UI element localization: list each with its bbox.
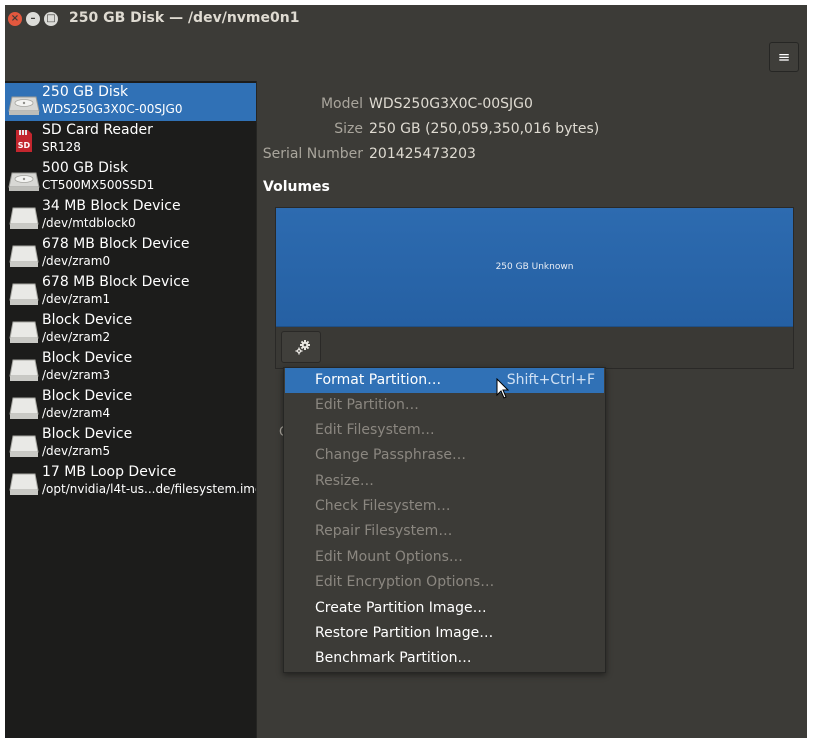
menu-item-label: Resize… bbox=[315, 473, 374, 489]
device-name: 678 MB Block Device bbox=[42, 274, 190, 290]
device-name: 500 GB Disk bbox=[42, 160, 129, 176]
partition-context-menu: Format Partition… Shift+Ctrl+F Edit Partit… bbox=[283, 367, 606, 673]
model-label: Model bbox=[320, 96, 363, 112]
serial-number-value: 201425473203 bbox=[369, 146, 476, 162]
menu-item-label: Create Partition Image… bbox=[315, 600, 487, 616]
device-subtitle: /dev/mtdblock0 bbox=[42, 216, 136, 230]
device-subtitle: CT500MX500SSD1 bbox=[42, 178, 155, 192]
menu-item: Repair Filesystem… bbox=[285, 519, 604, 544]
hamburger-icon: ≡ bbox=[777, 48, 791, 66]
menu-item: Resize… bbox=[285, 469, 604, 494]
menu-item-label: Edit Encryption Options… bbox=[315, 574, 495, 590]
device-name: Block Device bbox=[42, 350, 133, 366]
header-bar: ≡ bbox=[5, 33, 807, 81]
block-device-icon bbox=[8, 241, 40, 269]
harddisk-icon bbox=[8, 165, 40, 193]
title-bar[interactable]: × – □ 250 GB Disk — /dev/nvme0n1 bbox=[5, 5, 807, 33]
menu-item-label: Edit Partition… bbox=[315, 397, 419, 413]
device-item[interactable]: 34 MB Block Device/dev/mtdblock0 bbox=[5, 197, 256, 235]
serial-number-label: Serial Number bbox=[262, 146, 363, 162]
window-minimize-button[interactable]: – bbox=[26, 12, 40, 26]
menu-item-label: Edit Filesystem… bbox=[315, 422, 435, 438]
partition-options-button[interactable] bbox=[281, 331, 321, 363]
device-name: Block Device bbox=[42, 388, 133, 404]
block-device-icon bbox=[8, 469, 40, 497]
menu-item-label: Edit Mount Options… bbox=[315, 549, 463, 565]
volumes-heading: Volumes bbox=[263, 179, 330, 195]
window-close-button[interactable]: × bbox=[8, 12, 22, 26]
device-name: 34 MB Block Device bbox=[42, 198, 181, 214]
mouse-pointer-icon bbox=[496, 378, 510, 399]
menu-item-label: Repair Filesystem… bbox=[315, 523, 453, 539]
device-subtitle: /opt/nvidia/l4t-us...de/filesystem.img bbox=[42, 482, 263, 496]
device-subtitle: WDS250G3X0C-00SJG0 bbox=[42, 102, 183, 116]
menu-item-label: Format Partition… bbox=[315, 372, 442, 388]
gears-icon bbox=[295, 340, 310, 355]
svg-text:SD: SD bbox=[18, 141, 31, 150]
device-name: 678 MB Block Device bbox=[42, 236, 190, 252]
device-subtitle: /dev/zram2 bbox=[42, 330, 111, 344]
menu-item: Edit Filesystem… bbox=[285, 418, 604, 443]
menu-item: Check Filesystem… bbox=[285, 494, 604, 519]
menu-item-label: Change Passphrase… bbox=[315, 447, 467, 463]
device-item[interactable]: 17 MB Loop Device/opt/nvidia/l4t-us...de… bbox=[5, 463, 263, 501]
menu-item-shortcut: Shift+Ctrl+F bbox=[506, 372, 595, 388]
partition-label: 250 GB Unknown bbox=[495, 262, 574, 272]
device-name: SD Card Reader bbox=[42, 122, 153, 138]
device-item[interactable]: 250 GB Disk WDS250G3X0C-00SJG0 bbox=[5, 83, 256, 121]
window-title: 250 GB Disk — /dev/nvme0n1 bbox=[69, 10, 300, 26]
device-subtitle: SR128 bbox=[42, 140, 81, 154]
block-device-icon bbox=[8, 431, 40, 459]
app-menu-button[interactable]: ≡ bbox=[769, 42, 799, 72]
device-list: 250 GB Disk WDS250G3X0C-00SJG0 SD SD Card R… bbox=[5, 81, 263, 738]
block-device-icon bbox=[8, 279, 40, 307]
device-item[interactable]: 678 MB Block Device/dev/zram0 bbox=[5, 235, 256, 273]
device-subtitle: /dev/zram3 bbox=[42, 368, 111, 382]
menu-item[interactable]: Restore Partition Image… bbox=[285, 621, 604, 646]
block-device-icon bbox=[8, 317, 40, 345]
device-item[interactable]: Block Device/dev/zram3 bbox=[5, 349, 256, 387]
device-subtitle: /dev/zram5 bbox=[42, 444, 111, 458]
device-subtitle: /dev/zram1 bbox=[42, 292, 111, 306]
sd-card-icon: SD bbox=[8, 127, 40, 155]
menu-item[interactable]: Benchmark Partition… bbox=[285, 646, 604, 671]
menu-item: Edit Partition… bbox=[285, 393, 604, 418]
disks-window: × – □ 250 GB Disk — /dev/nvme0n1 ≡ 250 G… bbox=[5, 5, 807, 738]
partition-block[interactable]: 250 GB Unknown bbox=[276, 208, 793, 327]
menu-item-label: Check Filesystem… bbox=[315, 498, 451, 514]
block-device-icon bbox=[8, 393, 40, 421]
device-item[interactable]: Block Device/dev/zram4 bbox=[5, 387, 256, 425]
menu-item: Edit Mount Options… bbox=[285, 545, 604, 570]
menu-item-label: Restore Partition Image… bbox=[315, 625, 494, 641]
device-item[interactable]: Block Device/dev/zram2 bbox=[5, 311, 256, 349]
menu-item[interactable]: Format Partition… Shift+Ctrl+F bbox=[285, 368, 604, 393]
device-name: 17 MB Loop Device bbox=[42, 464, 177, 480]
device-item[interactable]: 500 GB Disk CT500MX500SSD1 bbox=[5, 159, 256, 197]
block-device-icon bbox=[8, 355, 40, 383]
model-value: WDS250G3X0C-00SJG0 bbox=[369, 96, 533, 112]
size-label: Size bbox=[334, 121, 363, 137]
device-item[interactable]: Block Device/dev/zram5 bbox=[5, 425, 256, 463]
device-name: 250 GB Disk bbox=[42, 84, 129, 100]
size-value: 250 GB (250,059,350,016 bytes) bbox=[369, 121, 600, 137]
menu-item[interactable]: Create Partition Image… bbox=[285, 596, 604, 621]
device-name: Block Device bbox=[42, 312, 133, 328]
block-device-icon bbox=[8, 203, 40, 231]
menu-item-label: Benchmark Partition… bbox=[315, 650, 472, 666]
device-subtitle: /dev/zram4 bbox=[42, 406, 111, 420]
harddisk-icon bbox=[8, 89, 40, 117]
device-item[interactable]: SD SD Card Reader SR128 bbox=[5, 121, 256, 159]
device-item[interactable]: 678 MB Block Device/dev/zram1 bbox=[5, 273, 256, 311]
menu-item: Change Passphrase… bbox=[285, 443, 604, 468]
menu-item: Edit Encryption Options… bbox=[285, 570, 604, 595]
device-name: Block Device bbox=[42, 426, 133, 442]
window-maximize-button[interactable]: □ bbox=[44, 12, 58, 26]
device-subtitle: /dev/zram0 bbox=[42, 254, 111, 268]
